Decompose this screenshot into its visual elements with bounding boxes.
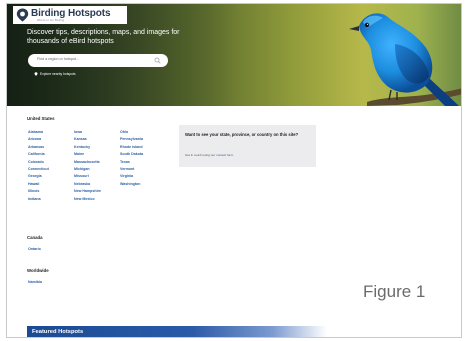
state-link-missouri[interactable]: Missouri (74, 173, 101, 180)
contact-form-link[interactable]: contact form (216, 153, 233, 157)
search-icon[interactable] (154, 57, 161, 64)
hero-banner: Birding Hotspots Where to Go Birding Dis… (7, 4, 461, 106)
callout-title: Want to see your state, province, or cou… (185, 132, 299, 137)
state-link-nebraska[interactable]: Nebraska (74, 181, 101, 188)
section-title-canada: Canada (27, 235, 43, 240)
state-link-illinois[interactable]: Illinois (28, 188, 49, 195)
callout-text-before: Get in touch using our (185, 153, 217, 157)
state-column-1: Alabama Arizona Arkansas California Colo… (28, 129, 49, 203)
callout-text-after: . (233, 153, 235, 157)
state-link-pennsylvania[interactable]: Pennsylvania (120, 136, 143, 143)
state-link-virginia[interactable]: Virginia (120, 173, 143, 180)
site-title: Birding Hotspots (31, 8, 111, 19)
state-link-indiana[interactable]: Indiana (28, 196, 49, 203)
screenshot-frame: Birding Hotspots Where to Go Birding Dis… (6, 3, 462, 338)
state-link-kentucky[interactable]: Kentucky (74, 144, 101, 151)
state-link-arkansas[interactable]: Arkansas (28, 144, 49, 151)
featured-hotspots-banner: Featured Hotspots (27, 326, 327, 337)
explore-nearby-label: Explore nearby hotspots (40, 72, 76, 76)
site-subtitle: Where to Go Birding (37, 19, 65, 22)
state-link-massachusetts[interactable]: Massachusetts (74, 159, 101, 166)
callout-text: Get in touch using our contact form. (185, 153, 234, 157)
state-link-vermont[interactable]: Vermont (120, 166, 143, 173)
state-link-kansas[interactable]: Kansas (74, 136, 101, 143)
state-column-3: Ohio Pennsylvania Rhode Island South Dak… (120, 129, 143, 188)
state-link-alabama[interactable]: Alabama (28, 129, 49, 136)
province-link-ontario[interactable]: Ontario (28, 246, 41, 253)
hero-tagline: Discover tips, descriptions, maps, and i… (27, 29, 180, 45)
search-input[interactable]: Find a region or hotspot... (28, 54, 168, 67)
state-link-connecticut[interactable]: Connecticut (28, 166, 49, 173)
state-link-california[interactable]: California (28, 151, 49, 158)
state-link-hawaii[interactable]: Hawaii (28, 181, 49, 188)
site-logo[interactable]: Birding Hotspots Where to Go Birding (13, 6, 127, 24)
location-pin-logo-icon (16, 8, 29, 22)
state-link-maine[interactable]: Maine (74, 151, 101, 158)
state-link-ohio[interactable]: Ohio (120, 129, 143, 136)
state-link-new-mexico[interactable]: New Mexico (74, 196, 101, 203)
state-link-iowa[interactable]: Iowa (74, 129, 101, 136)
location-icon (34, 72, 38, 76)
section-title-worldwide: Worldwide (27, 268, 49, 273)
state-link-arizona[interactable]: Arizona (28, 136, 49, 143)
figure-caption: Figure 1 (363, 282, 426, 301)
state-link-colorado[interactable]: Colorado (28, 159, 49, 166)
state-link-michigan[interactable]: Michigan (74, 166, 101, 173)
search-placeholder: Find a region or hotspot... (37, 57, 80, 61)
state-link-texas[interactable]: Texas (120, 159, 143, 166)
state-link-new-hampshire[interactable]: New Hampshire (74, 188, 101, 195)
country-link-namibia[interactable]: Namibia (28, 279, 42, 286)
state-link-washington[interactable]: Washington (120, 181, 143, 188)
indigo-bunting-photo (349, 13, 461, 106)
section-title-united-states: United States (27, 116, 55, 121)
state-link-rhode-island[interactable]: Rhode Island (120, 144, 143, 151)
state-column-2: Iowa Kansas Kentucky Maine Massachusetts… (74, 129, 101, 203)
featured-hotspots-title: Featured Hotspots (32, 329, 84, 335)
state-link-south-dakota[interactable]: South Dakota (120, 151, 143, 158)
state-link-georgia[interactable]: Georgia (28, 173, 49, 180)
explore-nearby-link[interactable]: Explore nearby hotspots (34, 72, 76, 76)
add-region-callout: Want to see your state, province, or cou… (179, 125, 316, 167)
